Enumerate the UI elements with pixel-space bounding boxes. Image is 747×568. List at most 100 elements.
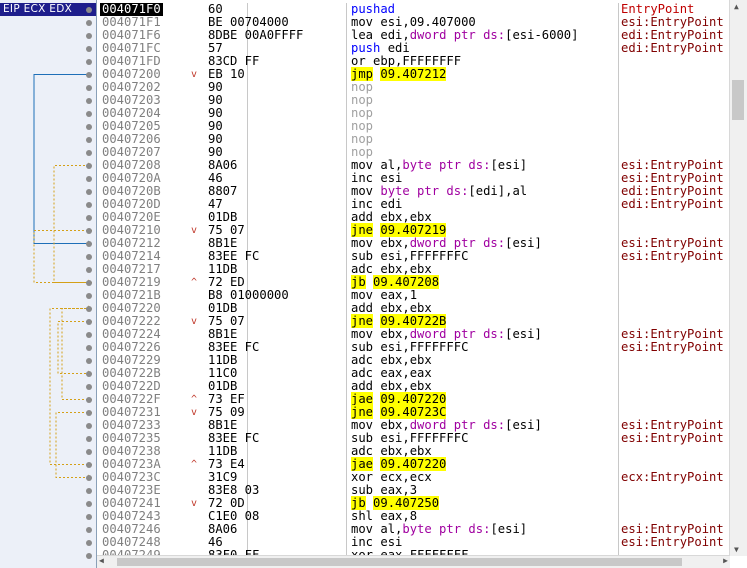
instruction-row[interactable]: 00407200 v EB 10 jmp 09.407212	[86, 67, 729, 81]
mnemonic: mov	[351, 522, 374, 536]
operands: 09.40722B	[380, 314, 447, 328]
breakpoint-dot[interactable]	[86, 553, 92, 559]
breakpoint-dot[interactable]	[86, 488, 92, 494]
breakpoint-dot[interactable]	[86, 267, 92, 273]
breakpoint-dot[interactable]	[86, 501, 92, 507]
breakpoint-dot[interactable]	[86, 423, 92, 429]
mnemonic: jne	[351, 405, 374, 419]
breakpoint-dot[interactable]	[86, 410, 92, 416]
breakpoint-dot[interactable]	[86, 20, 92, 26]
breakpoint-dot[interactable]	[86, 46, 92, 52]
operands: al,byte ptr ds:[esi]	[380, 522, 528, 536]
operands: al,byte ptr ds:[esi]	[380, 158, 528, 172]
operands: ebx,ebx	[380, 210, 432, 224]
breakpoint-dot[interactable]	[86, 514, 92, 520]
instruction-row[interactable]: 00407205 90 nop	[86, 120, 729, 133]
mnemonic: pushad	[351, 2, 396, 16]
breakpoint-dot[interactable]	[86, 7, 92, 13]
operands: ebx,ebx	[380, 301, 432, 315]
jump-direction-icon: v	[191, 407, 198, 418]
instruction-row[interactable]: 00407202 90 nop	[86, 81, 729, 94]
operands: esi	[380, 171, 403, 185]
breakpoint-dot[interactable]	[86, 215, 92, 221]
mnemonic: mov	[351, 327, 374, 341]
breakpoint-dot[interactable]	[86, 163, 92, 169]
jump-arrow-line	[33, 74, 92, 244]
jump-direction-icon: ^	[191, 394, 198, 405]
breakpoint-dot[interactable]	[86, 319, 92, 325]
operands: ebx,ebx	[380, 444, 432, 458]
mnemonic: inc	[351, 171, 374, 185]
breakpoint-dot[interactable]	[86, 384, 92, 390]
vertical-scroll-thumb[interactable]	[732, 80, 744, 120]
horizontal-scrollbar[interactable]: ◀ ▶	[97, 555, 730, 568]
breakpoint-dot[interactable]	[86, 72, 92, 78]
operands: ebx,dword ptr ds:[esi]	[380, 418, 542, 432]
mnemonic: nop	[351, 106, 374, 120]
mnemonic: add	[351, 210, 374, 224]
breakpoint-dot[interactable]	[86, 111, 92, 117]
operands: 09.407250	[373, 496, 440, 510]
jump-direction-icon: v	[191, 69, 198, 80]
mnemonic: jne	[351, 314, 374, 328]
breakpoint-dot[interactable]	[86, 371, 92, 377]
breakpoint-dot[interactable]	[86, 33, 92, 39]
breakpoint-dot[interactable]	[86, 85, 92, 91]
breakpoint-dot[interactable]	[86, 527, 92, 533]
breakpoint-dot[interactable]	[86, 150, 92, 156]
comment-cell: esi:EntryPoint	[621, 431, 724, 445]
breakpoint-dot[interactable]	[86, 397, 92, 403]
comment-cell: esi:EntryPoint	[621, 535, 724, 549]
breakpoint-dot[interactable]	[86, 332, 92, 338]
operands: 09.407220	[380, 392, 447, 406]
operands: ebx,ebx	[380, 262, 432, 276]
jump-arrows	[33, 74, 92, 481]
comment-cell: esi:EntryPoint	[621, 340, 724, 354]
breakpoint-dot[interactable]	[86, 449, 92, 455]
mnemonic: sub	[351, 431, 374, 445]
triangle-right-icon[interactable]: ▶	[723, 556, 728, 565]
mnemonic: mov	[351, 158, 374, 172]
jump-direction-icon: ^	[191, 459, 198, 470]
vertical-scrollbar[interactable]: ▲ ▼	[729, 0, 747, 556]
breakpoint-dot[interactable]	[86, 59, 92, 65]
triangle-down-icon[interactable]: ▼	[734, 545, 739, 554]
operands: ebx,dword ptr ds:[esi]	[380, 327, 542, 341]
breakpoint-dot[interactable]	[86, 475, 92, 481]
breakpoint-dot[interactable]	[86, 228, 92, 234]
instruction-row[interactable]: 00407204 90 nop	[86, 106, 729, 120]
breakpoint-dot[interactable]	[86, 137, 92, 143]
breakpoint-dot[interactable]	[86, 176, 92, 182]
breakpoint-dot[interactable]	[86, 124, 92, 130]
comment-cell: edi:EntryPoint	[621, 197, 724, 211]
operands: ebx,dword ptr ds:[esi]	[380, 236, 542, 250]
breakpoint-dot[interactable]	[86, 345, 92, 351]
breakpoint-dot[interactable]	[86, 436, 92, 442]
triangle-left-icon[interactable]: ◀	[99, 556, 104, 565]
instruction-row[interactable]: 00407203 90 nop	[86, 94, 729, 107]
breakpoint-dot[interactable]	[86, 280, 92, 286]
operands: esi	[380, 535, 403, 549]
breakpoint-dot[interactable]	[86, 189, 92, 195]
mnemonic: nop	[351, 145, 374, 159]
operands: ebx,ebx	[380, 379, 432, 393]
breakpoint-dot[interactable]	[86, 98, 92, 104]
mnemonic: nop	[351, 132, 374, 146]
breakpoint-dot[interactable]	[86, 241, 92, 247]
breakpoint-dot[interactable]	[86, 254, 92, 260]
breakpoint-dot[interactable]	[86, 293, 92, 299]
breakpoint-dot[interactable]	[86, 462, 92, 468]
breakpoint-dot[interactable]	[86, 358, 92, 364]
jump-direction-icon: v	[191, 316, 198, 327]
horizontal-scroll-thumb[interactable]	[117, 558, 682, 566]
mnemonic: adc	[351, 262, 374, 276]
breakpoint-dot[interactable]	[86, 202, 92, 208]
triangle-up-icon[interactable]: ▲	[734, 2, 739, 11]
operands: eax,3	[380, 483, 418, 497]
mnemonic: or	[351, 54, 366, 68]
breakpoint-dot[interactable]	[86, 306, 92, 312]
operands: eax,8	[380, 509, 418, 523]
disassembly-listing[interactable]: 004071F0 60 pushad EntryPoint 004071F1 BE 007…	[86, 2, 729, 562]
instruction-row[interactable]: 00407206 90 nop	[86, 132, 729, 146]
breakpoint-dot[interactable]	[86, 540, 92, 546]
